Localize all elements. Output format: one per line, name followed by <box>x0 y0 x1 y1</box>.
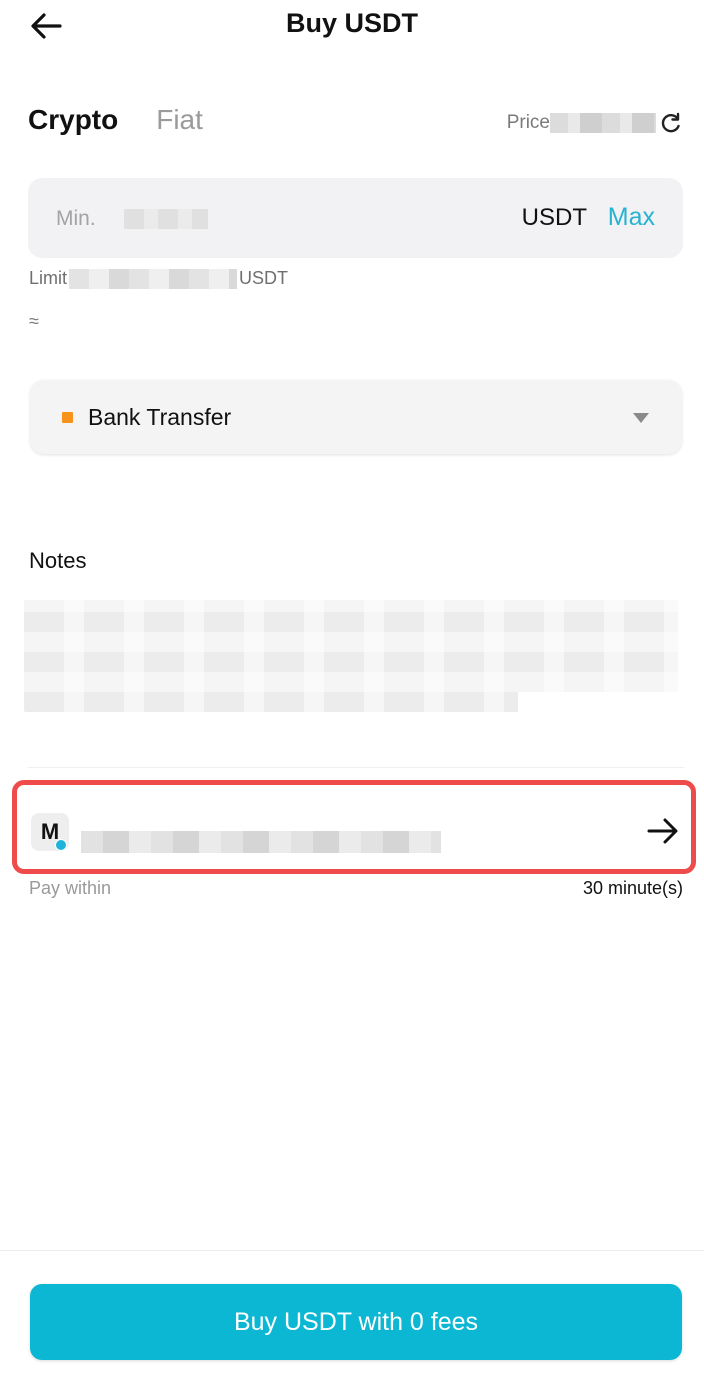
notes-content-redacted <box>24 600 678 712</box>
asset-tabs: Crypto Fiat <box>28 104 203 136</box>
payment-method-label: Bank Transfer <box>88 404 232 430</box>
refresh-button[interactable] <box>660 112 682 134</box>
pay-within-label: Pay within <box>29 878 112 898</box>
tab-crypto[interactable]: Crypto <box>28 104 118 136</box>
price-row: Price <box>507 112 682 134</box>
limit-value-redacted <box>69 268 238 289</box>
merchant-name-redacted <box>81 831 441 853</box>
bank-transfer-color-indicator <box>62 412 73 423</box>
bottom-bar: Buy USDT with 0 fees <box>0 1250 704 1382</box>
refresh-icon <box>661 112 680 133</box>
page-title: Buy USDT <box>285 8 418 38</box>
online-status-indicator <box>55 839 67 851</box>
limit-currency: USDT <box>239 268 289 288</box>
payment-method-select[interactable]: Bank Transfer <box>30 380 682 454</box>
divider <box>28 767 684 768</box>
notes-title: Notes <box>29 548 87 573</box>
caret-down-icon <box>632 411 650 429</box>
approx-value: ≈ <box>29 311 39 331</box>
merchant-row[interactable]: M <box>12 780 696 874</box>
price-label: Price <box>506 112 550 133</box>
buy-usdt-page: Buy USDT Crypto Fiat Price USDT Max Limi… <box>0 0 704 1382</box>
limit-label: Limit <box>29 268 68 288</box>
header: Buy USDT <box>0 0 704 56</box>
amount-currency: USDT <box>521 204 587 231</box>
min-amount-redacted <box>124 209 208 229</box>
max-button[interactable]: Max <box>608 203 655 232</box>
amount-field: USDT Max <box>28 178 683 258</box>
arrow-right-icon <box>647 817 679 850</box>
tab-fiat[interactable]: Fiat <box>156 104 203 136</box>
pay-within-value: 30 minute(s) <box>582 878 683 898</box>
limit-row: Limit USDT <box>29 268 288 289</box>
buy-usdt-button[interactable]: Buy USDT with 0 fees <box>30 1284 682 1360</box>
price-value-redacted <box>550 113 656 133</box>
